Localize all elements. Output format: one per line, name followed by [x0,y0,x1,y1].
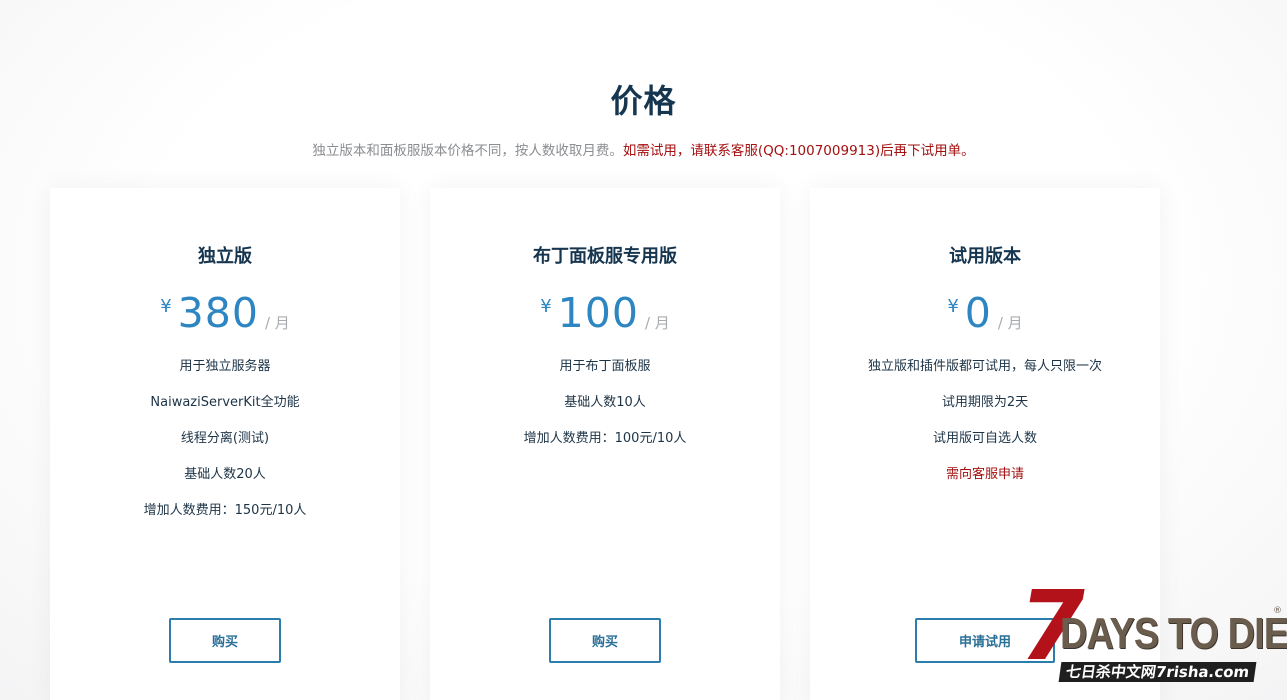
plan-price: ¥ 0 / 月 [810,288,1160,338]
currency-symbol: ¥ [160,296,172,317]
subtitle-main: 独立版本和面板服版本价格不同，按人数收取月费。 [312,143,623,159]
currency-symbol: ¥ [947,296,959,317]
pricing-page: 价格 独立版本和面板服版本价格不同，按人数收取月费。如需试用，请联系客服(QQ:… [0,0,1287,700]
buy-button[interactable]: 购买 [169,618,281,663]
plan-card-panel: 布丁面板服专用版 ¥ 100 / 月 用于布丁面板服 基础人数10人 增加人数费… [430,188,780,700]
feature-item: 独立版和插件版都可试用，每人只限一次 [867,359,1102,374]
feature-item: 试用版可自选人数 [932,431,1037,446]
plan-price: ¥ 100 / 月 [430,288,780,338]
price-amount: 380 [177,289,259,337]
plan-features: 用于布丁面板服 基础人数10人 增加人数费用：100元/10人 [430,358,780,466]
plan-name: 试用版本 [949,246,1021,267]
plan-name: 布丁面板服专用版 [533,246,677,267]
price-unit: / 月 [997,314,1023,332]
plan-features: 独立版和插件版都可试用，每人只限一次 试用期限为2天 试用版可自选人数 需向客服… [810,358,1160,502]
feature-item: 用于布丁面板服 [559,359,651,374]
feature-item: NaiwaziServerKit全功能 [150,395,300,410]
feature-item: 试用期限为2天 [941,395,1029,410]
watermark-registered-mark: ® [1273,606,1282,616]
watermark-days-to-die: DAYS TO DIE [1060,609,1287,658]
plan-price: ¥ 380 / 月 [50,288,400,338]
feature-item-alert: 需向客服申请 [945,467,1024,482]
buy-button[interactable]: 购买 [549,618,661,663]
price-amount: 0 [964,289,992,337]
feature-item: 用于独立服务器 [179,359,271,374]
subtitle-trial-warning: 如需试用，请联系客服(QQ:1007009913)后再下试用单。 [622,143,975,159]
price-unit: / 月 [264,314,290,332]
plan-features: 用于独立服务器 NaiwaziServerKit全功能 线程分离(测试) 基础人… [50,358,400,538]
watermark-site-url: 七日杀中文网7risha.com [1058,662,1257,682]
feature-item: 增加人数费用：150元/10人 [143,503,307,518]
price-amount: 100 [557,289,639,337]
plan-name: 独立版 [198,246,252,267]
pricing-subtitle: 独立版本和面板服版本价格不同，按人数收取月费。如需试用，请联系客服(QQ:100… [0,139,1287,159]
pricing-title: 价格 [610,82,677,120]
plan-card-standalone: 独立版 ¥ 380 / 月 用于独立服务器 NaiwaziServerKit全功… [50,188,400,700]
feature-item: 增加人数费用：100元/10人 [523,431,687,446]
feature-item: 基础人数20人 [184,467,266,482]
site-watermark-logo: 7 DAYS TO DIE ® 七日杀中文网7risha.com [1009,570,1287,700]
price-unit: / 月 [644,314,670,332]
feature-item: 线程分离(测试) [180,431,270,446]
feature-item: 基础人数10人 [564,395,646,410]
currency-symbol: ¥ [540,296,552,317]
